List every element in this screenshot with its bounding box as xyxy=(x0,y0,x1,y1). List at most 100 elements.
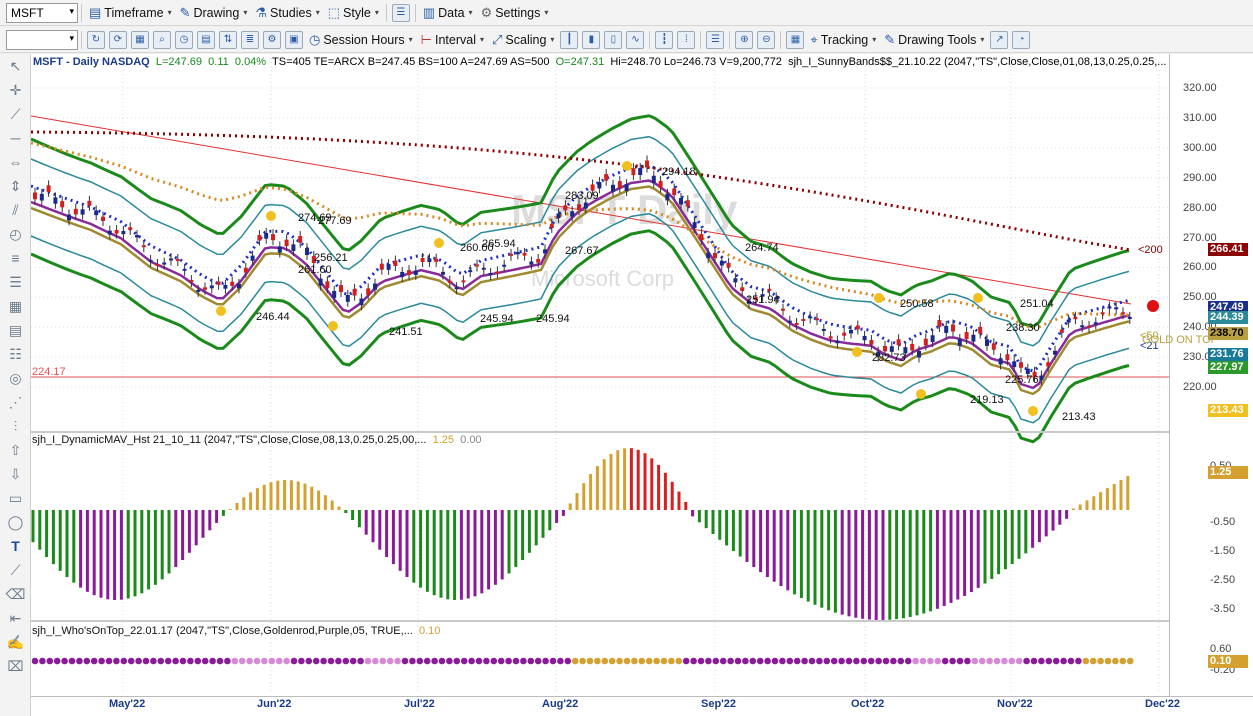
chevron-down-icon[interactable]: ▾ xyxy=(69,33,74,44)
chevron-down-icon[interactable]: ▾ xyxy=(69,6,74,17)
timeframe-button[interactable]: ▤ Timeframe ▾ xyxy=(85,2,176,24)
candle-hollow-icon[interactable]: ▯ xyxy=(604,30,623,49)
sub1-badge: 1.25 xyxy=(1208,466,1248,479)
channel-icon[interactable]: ⫽ xyxy=(0,198,31,222)
studies-button[interactable]: ⚗ Studies ▾ xyxy=(251,2,323,24)
candle-body xyxy=(1100,312,1105,315)
ellipse-icon[interactable]: ◯ xyxy=(0,510,31,534)
cursor-icon[interactable]: ⇤ xyxy=(0,606,31,630)
whos-on-top-dot xyxy=(483,657,490,665)
fib-icon[interactable]: ≡ xyxy=(0,246,31,270)
style-button[interactable]: ⬚ Style ▾ xyxy=(324,2,383,24)
ruler-icon[interactable]: ⟋ xyxy=(0,558,31,582)
arrow-down-icon[interactable]: ⇩ xyxy=(0,462,31,486)
histogram-bar xyxy=(1024,510,1028,554)
scaling-button[interactable]: ⤢ Scaling ▾ xyxy=(488,29,558,51)
watermark-name: Microsoft Corp xyxy=(531,266,674,291)
refresh-icon[interactable]: ↻ xyxy=(87,30,105,49)
chart-area[interactable]: MSFT Daily Microsoft Corp xyxy=(31,54,1253,716)
histogram-bar xyxy=(72,510,76,583)
drawing-button[interactable]: ✎ Drawing ▾ xyxy=(176,2,252,24)
settings-button[interactable]: ⚙ Settings ▾ xyxy=(477,2,553,24)
sub1-study-label: sjh_I_DynamicMAV_Hst 21_10_11 (2047,"TS"… xyxy=(32,434,427,446)
volume-icon[interactable]: ┇ xyxy=(655,30,674,49)
whos-on-top-dot xyxy=(187,657,194,665)
refresh-all-icon[interactable]: ⟳ xyxy=(109,30,127,49)
histogram-bar xyxy=(364,510,368,535)
whos-on-top-dot xyxy=(275,657,283,665)
histogram-bar xyxy=(595,465,599,510)
layout-icon[interactable]: ☰ xyxy=(391,3,410,22)
candle-body xyxy=(393,260,398,266)
candle-body xyxy=(209,285,214,289)
text-icon[interactable]: T xyxy=(0,534,31,558)
interval-button[interactable]: ⊢ Interval ▾ xyxy=(417,29,488,51)
grid-icon[interactable]: ▦ xyxy=(0,294,31,318)
whos-on-top-dot xyxy=(246,657,253,665)
candle-body xyxy=(536,259,541,263)
dots-icon[interactable]: ⁞ xyxy=(677,30,696,49)
image-icon[interactable]: ▣ xyxy=(285,30,303,49)
levels-icon[interactable]: ▤ xyxy=(0,318,31,342)
whos-on-top-dot xyxy=(542,657,549,665)
horizontal-line-icon[interactable]: ─ xyxy=(0,126,31,150)
bar-chart-icon[interactable]: ┃ xyxy=(560,30,579,49)
candle-body xyxy=(73,208,78,215)
histogram-bar xyxy=(575,493,579,510)
crosshair-grid-icon[interactable]: ▦ xyxy=(786,30,805,49)
list-icon[interactable]: ≣ xyxy=(241,30,259,49)
sort-icon[interactable]: ⇅ xyxy=(219,30,237,49)
histogram-bar xyxy=(990,510,994,579)
zoom-out-icon[interactable]: ⊖ xyxy=(757,30,776,49)
histogram-bar xyxy=(255,488,259,510)
trend-icon[interactable]: ↗ xyxy=(990,30,1009,49)
clock-icon[interactable]: ◷ xyxy=(175,30,193,49)
arrows-icon[interactable]: ⇔ xyxy=(0,150,31,174)
interval-input[interactable]: ▾ xyxy=(6,29,78,50)
speed-icon[interactable]: ◴ xyxy=(0,222,31,246)
lines-icon[interactable]: ☷ xyxy=(0,342,31,366)
panel-icon[interactable]: ☰ xyxy=(706,30,725,49)
chart-canvas[interactable]: MSFT Daily Microsoft Corp xyxy=(31,54,1253,716)
grid-icon[interactable]: ▦ xyxy=(131,30,149,49)
eraser-icon[interactable]: ⌫ xyxy=(0,582,31,606)
candle-body xyxy=(563,205,568,211)
arrow-up-icon[interactable]: ⇧ xyxy=(0,438,31,462)
pane-divider[interactable] xyxy=(31,431,1253,433)
speedometer-icon[interactable]: ◔ xyxy=(1012,30,1031,49)
rectangle-icon[interactable]: ▭ xyxy=(0,486,31,510)
candle-body xyxy=(454,287,459,290)
cog-icon[interactable]: ⚙ xyxy=(263,30,281,49)
fan-icon[interactable]: ⋰ xyxy=(0,390,31,414)
time-axis[interactable] xyxy=(31,696,1253,716)
line-icon[interactable]: ∿ xyxy=(626,30,645,49)
candle-body xyxy=(257,235,262,241)
highlighter-icon[interactable]: ✍ xyxy=(0,630,31,654)
erase-all-icon[interactable]: ⌧ xyxy=(0,654,31,678)
crosshair-icon[interactable]: ✛ xyxy=(0,78,31,102)
candle-body xyxy=(264,232,269,239)
session-hours-button[interactable]: ◷ Session Hours ▾ xyxy=(305,29,417,51)
symbol-input[interactable]: MSFT ▾ xyxy=(6,2,78,23)
vertical-line-icon[interactable]: ⇕ xyxy=(0,174,31,198)
fib-retrace-icon[interactable]: ☰ xyxy=(0,270,31,294)
pane-divider[interactable] xyxy=(31,620,1253,622)
zoom-in-icon[interactable]: ⊕ xyxy=(735,30,754,49)
tracking-button[interactable]: ⌖ Tracking ▾ xyxy=(806,29,880,51)
histogram-bar xyxy=(99,510,103,598)
candle-body xyxy=(645,160,649,168)
candle-body xyxy=(203,287,207,290)
trendline-icon[interactable]: ⟋ xyxy=(0,102,31,126)
time-tick-label: Aug'22 xyxy=(542,698,579,710)
bars-icon[interactable]: ▤ xyxy=(197,30,215,49)
data-button[interactable]: ▥ Data ▾ xyxy=(419,2,477,24)
drawing-tools-button[interactable]: ✎ Drawing Tools ▾ xyxy=(880,29,988,51)
whos-on-top-dot xyxy=(1045,657,1053,665)
pointer-icon[interactable]: ↖ xyxy=(0,54,31,78)
candle-body xyxy=(991,343,996,350)
candle-icon[interactable]: ▮ xyxy=(582,30,601,49)
bars-icon[interactable]: ⫶ xyxy=(0,414,31,438)
spiral-icon[interactable]: ◎ xyxy=(0,366,31,390)
find-icon[interactable]: ⌕ xyxy=(153,30,171,49)
candle-body xyxy=(672,188,677,196)
